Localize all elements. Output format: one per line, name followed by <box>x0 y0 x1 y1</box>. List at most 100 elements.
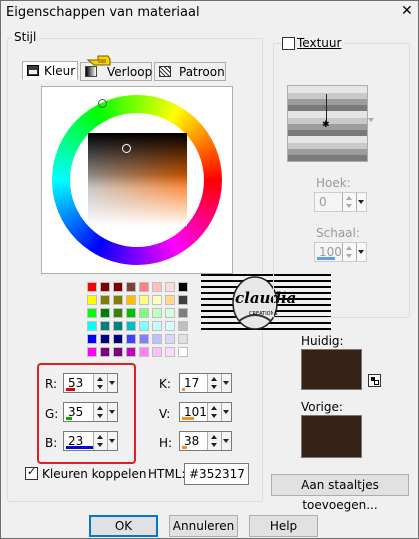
palette-swatch[interactable] <box>165 295 175 305</box>
h-spinbox[interactable]: 38 <box>179 431 232 451</box>
r-spinbox[interactable]: 53 <box>63 373 118 393</box>
palette-swatch[interactable] <box>87 334 97 344</box>
hoek-spinbox[interactable]: 0 <box>314 192 367 212</box>
palette-swatch[interactable] <box>113 282 123 292</box>
palette-swatch[interactable] <box>139 347 149 357</box>
v-label: V: <box>159 407 171 421</box>
saturation-value-square[interactable] <box>88 133 187 226</box>
ok-button[interactable]: OK <box>89 515 158 537</box>
palette-swatch[interactable] <box>113 334 123 344</box>
palette-swatch[interactable] <box>87 347 97 357</box>
palette-swatch[interactable] <box>165 308 175 318</box>
html-input[interactable]: #352317 <box>184 463 249 485</box>
palette-swatch[interactable] <box>100 282 110 292</box>
close-icon[interactable]: ✕ <box>401 3 413 19</box>
hue-marker[interactable] <box>98 99 107 108</box>
palette-swatch[interactable] <box>139 334 149 344</box>
schaal-level-bar <box>317 257 335 260</box>
schaal-spinbox[interactable]: 100 <box>314 242 367 262</box>
palette-swatch[interactable] <box>139 295 149 305</box>
b-spin-arrows[interactable] <box>93 432 108 450</box>
palette-swatch[interactable] <box>152 321 162 331</box>
h-dropdown[interactable] <box>221 432 231 450</box>
texture-checkbox[interactable] <box>282 37 295 50</box>
palette-swatch[interactable] <box>165 334 175 344</box>
palette-swatch[interactable] <box>178 347 188 357</box>
palette-swatch[interactable] <box>139 321 149 331</box>
palette-swatch[interactable] <box>152 347 162 357</box>
b-spinbox[interactable]: 23 <box>63 431 118 451</box>
texture-dropdown-arrow[interactable] <box>368 118 374 122</box>
cancel-button[interactable]: Annuleren <box>169 515 238 537</box>
palette-swatch[interactable] <box>87 282 97 292</box>
stijl-label: Stijl <box>12 30 39 44</box>
html-label: HTML: <box>148 467 186 481</box>
palette-swatch[interactable] <box>126 347 136 357</box>
palette-swatch[interactable] <box>152 282 162 292</box>
b-dropdown[interactable] <box>107 432 117 450</box>
palette-swatch[interactable] <box>152 295 162 305</box>
palette-swatch[interactable] <box>165 282 175 292</box>
swap-colors-icon[interactable] <box>368 374 381 387</box>
tab-patroon-label: Patroon <box>179 65 225 79</box>
v-dropdown[interactable] <box>221 403 231 421</box>
palette-swatch[interactable] <box>87 295 97 305</box>
tab-kleur[interactable]: Kleur <box>22 61 78 80</box>
tab-patroon[interactable]: Patroon <box>154 62 226 81</box>
h-label: H: <box>159 436 173 450</box>
hoek-dropdown[interactable] <box>356 193 366 211</box>
palette-swatch[interactable] <box>113 321 123 331</box>
palette-swatch[interactable] <box>126 334 136 344</box>
palette-swatch[interactable] <box>87 308 97 318</box>
palette-swatch[interactable] <box>100 295 110 305</box>
color-tab-icon <box>27 65 39 76</box>
palette-swatch[interactable] <box>126 295 136 305</box>
schaal-dropdown[interactable] <box>356 243 366 261</box>
palette-swatch[interactable] <box>126 321 136 331</box>
palette-swatch[interactable] <box>100 321 110 331</box>
window-title: Eigenschappen van materiaal <box>6 5 200 20</box>
palette-swatch[interactable] <box>87 321 97 331</box>
k-value: 17 <box>184 376 200 390</box>
palette-swatch[interactable] <box>152 334 162 344</box>
palette-swatch[interactable] <box>100 347 110 357</box>
palette-swatch[interactable] <box>152 308 162 318</box>
r-spin-arrows[interactable] <box>93 374 108 392</box>
k-dropdown[interactable] <box>221 374 231 392</box>
palette-swatch[interactable] <box>165 321 175 331</box>
schaal-spin-arrows[interactable] <box>342 243 357 261</box>
h-spin-arrows[interactable] <box>207 432 222 450</box>
palette-swatch[interactable] <box>178 282 188 292</box>
palette-swatch[interactable] <box>139 308 149 318</box>
palette-swatch[interactable] <box>165 347 175 357</box>
palette-swatch[interactable] <box>178 295 188 305</box>
hoek-spin-arrows[interactable] <box>342 193 357 211</box>
g-spin-arrows[interactable] <box>93 403 108 421</box>
g-dropdown[interactable] <box>107 403 117 421</box>
palette-swatch[interactable] <box>113 295 123 305</box>
v-spinbox[interactable]: 101 <box>179 402 232 422</box>
g-label: G: <box>45 407 59 421</box>
palette-swatch[interactable] <box>113 308 123 318</box>
palette-swatch[interactable] <box>113 347 123 357</box>
palette-swatch[interactable] <box>139 282 149 292</box>
help-button[interactable]: Help <box>249 515 318 537</box>
g-spinbox[interactable]: 35 <box>63 402 118 422</box>
r-dropdown[interactable] <box>107 374 117 392</box>
add-swatch-button[interactable]: Aan staaltjes toevoegen... <box>271 474 409 512</box>
previous-color-swatch[interactable] <box>301 415 362 458</box>
palette-swatch[interactable] <box>126 282 136 292</box>
palette-swatch[interactable] <box>100 308 110 318</box>
palette-swatch[interactable] <box>178 321 188 331</box>
palette-swatch[interactable] <box>178 308 188 318</box>
k-spinbox[interactable]: 17 <box>179 373 232 393</box>
palette-swatch[interactable] <box>178 334 188 344</box>
palette-swatch[interactable] <box>126 308 136 318</box>
color-selector-marker[interactable] <box>122 144 131 153</box>
link-colors-checkbox[interactable]: ✓ <box>25 465 38 480</box>
hoek-value: 0 <box>319 195 327 209</box>
k-spin-arrows[interactable] <box>207 374 222 392</box>
v-spin-arrows[interactable] <box>207 403 222 421</box>
html-value: #352317 <box>189 467 245 481</box>
palette-swatch[interactable] <box>100 334 110 344</box>
